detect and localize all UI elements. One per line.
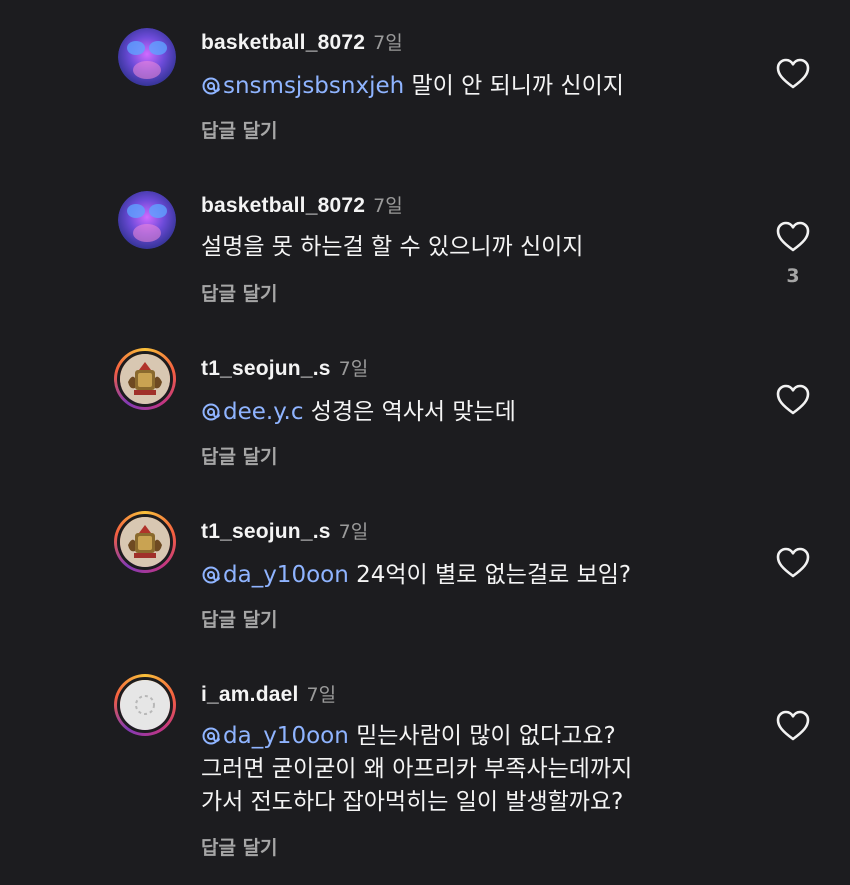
heart-outline-icon [776, 547, 810, 578]
text-line: 가서 전도하다 잡아먹히는 일이 발생할까요? [201, 789, 624, 815]
comment-text: dee.y.c 성경은 역사서 맞는데 [201, 396, 516, 429]
timestamp: 7일 [373, 195, 403, 217]
comment-header: basketball_8072 7일 [201, 191, 403, 221]
text-line: 그러면 굳이굳이 왜 아프리카 부족사는데까지 [201, 756, 633, 782]
reply-button[interactable]: 답글 달기 [201, 605, 278, 632]
heart-outline-icon [776, 384, 810, 415]
like-button[interactable] [776, 221, 810, 253]
avatar[interactable] [118, 191, 176, 249]
avatar[interactable] [114, 511, 176, 573]
comment-text: da_y10oon 24억이 별로 없는걸로 보임? [201, 559, 631, 592]
username[interactable]: basketball_8072 [201, 194, 365, 217]
comment-text: 설명을 못 하는걸 할 수 있으니까 신이지 [201, 231, 583, 264]
username[interactable]: basketball_8072 [201, 31, 365, 54]
threads-at-icon [202, 566, 220, 584]
avatar[interactable] [114, 348, 176, 410]
timestamp: 7일 [373, 32, 403, 54]
like-button[interactable] [776, 384, 810, 416]
like-count: 3 [786, 265, 800, 287]
mention-link[interactable]: snsmsjsbsnxjeh [201, 73, 404, 99]
reply-button[interactable]: 답글 달기 [201, 442, 278, 469]
comment-text: snsmsjsbsnxjeh 말이 안 되니까 신이지 [201, 70, 624, 103]
comment-header: t1_seojun_.s 7일 [201, 517, 368, 547]
heart-outline-icon [776, 710, 810, 741]
comment-header: i_am.dael 7일 [201, 680, 336, 710]
like-button[interactable] [776, 58, 810, 90]
username[interactable]: i_am.dael [201, 683, 299, 706]
heart-outline-icon [776, 221, 810, 252]
text-line: 설명을 못 하는걸 할 수 있으니까 신이지 [201, 234, 584, 260]
reply-button[interactable]: 답글 달기 [201, 279, 278, 306]
timestamp: 7일 [306, 684, 337, 706]
mention-link[interactable]: da_y10oon [201, 562, 349, 588]
threads-at-icon [202, 403, 220, 421]
mention-link[interactable]: da_y10oon [201, 723, 349, 749]
comment-header: t1_seojun_.s 7일 [201, 354, 368, 384]
heart-outline-icon [776, 58, 810, 89]
threads-at-icon [202, 77, 220, 95]
threads-at-icon [202, 727, 220, 745]
text-line: 24억이 별로 없는걸로 보임? [348, 562, 632, 588]
timestamp: 7일 [338, 358, 369, 380]
reply-button[interactable]: 답글 달기 [201, 833, 278, 860]
username[interactable]: t1_seojun_.s [201, 357, 331, 380]
mention-link[interactable]: dee.y.c [201, 399, 304, 425]
avatar[interactable] [114, 674, 176, 736]
comment-header: basketball_8072 7일 [201, 28, 403, 58]
like-button[interactable] [776, 547, 810, 579]
like-button[interactable] [776, 710, 810, 742]
reply-button[interactable]: 답글 달기 [201, 116, 278, 143]
text-line: 믿는사람이 많이 없다고요? [348, 723, 616, 749]
timestamp: 7일 [338, 521, 369, 543]
comment-text: da_y10oon 믿는사람이 많이 없다고요? 그러면 굳이굳이 왜 아프리카… [201, 720, 632, 819]
text-line: 성경은 역사서 맞는데 [303, 399, 516, 425]
text-line: 말이 안 되니까 신이지 [404, 73, 624, 99]
username[interactable]: t1_seojun_.s [201, 520, 331, 543]
avatar[interactable] [118, 28, 176, 86]
